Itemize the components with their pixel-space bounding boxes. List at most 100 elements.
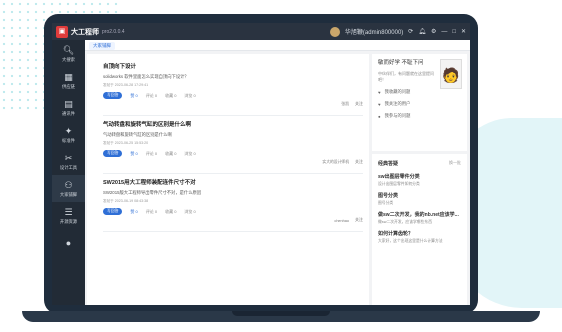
question-excerpt: 气动转盘和旋转气缸的区别是什么啊 [103,132,172,137]
question-feed: 自顶向下设计 solidworks 软件里面怎么实现自顶向下设计？ 发帖于 20… [87,54,369,305]
follow-button[interactable]: 关注 [355,217,363,223]
refresh-icon[interactable]: ⟳ [408,28,413,35]
profile-subtitle: 中伙伴们，有问题就在这里提问吧！ [378,71,434,82]
sidebar-item-label: 供应链 [62,83,75,89]
view-count: 浏览 0 [184,92,196,98]
layers-icon: ☰ [64,206,73,217]
favorite-button[interactable]: 收藏 0 [165,209,176,215]
link-followed-users[interactable]: ♥ 我关注的用户 [378,101,461,107]
question-title[interactable]: SW2015用大工程师装配连件尺寸不对 [103,178,363,186]
user-avatar[interactable] [329,26,340,37]
featured-item[interactable]: 如何计算齿轮？ 大家好，这个出现这里是什么计算方法 [378,230,461,244]
bell-icon[interactable]: 🔔︎ [418,28,426,35]
bolt-icon: ✦ [64,125,73,136]
question-excerpt: SW2015版大工程师导出零件尺寸不对，是什么原因 [103,190,202,195]
question-owner[interactable]: 实大的设计师机 [322,160,349,165]
link-my-questions[interactable]: ● 我参与的问题 [378,113,461,119]
sidebar-item-standard[interactable]: ✦ 标准件 [52,121,85,148]
tab-bar: 大家铺脚 [85,40,470,51]
featured-title[interactable]: 做sw二次开发，我的nb.net应该学... [378,211,461,218]
featured-title[interactable]: 图号分类 [378,192,461,199]
minimize-icon[interactable]: — [441,29,447,35]
question-item[interactable]: 气动转盘和旋转气缸的区别是什么啊 气动转盘和旋转气缸的区别是什么啊 发帖于 20… [103,120,363,174]
featured-sub: 大家好，这个出现这里是什么计算方法 [378,239,443,243]
question-owner[interactable]: 张凯 [341,102,349,107]
close-icon[interactable]: ✕ [461,28,466,35]
building-icon: ▦ [64,71,73,82]
featured-sub: 设计出图层零件如何分类 [378,182,420,186]
question-title[interactable]: 自顶向下设计 [103,62,363,70]
tab-community[interactable]: 大家铺脚 [89,42,115,50]
title-bar-controls: 华旭鞭(admin800000) ⟳ 🔔︎ ⚙ — □ ✕ [329,23,466,40]
heart-icon: ♥ [378,89,381,95]
question-title[interactable]: 气动转盘和旋转气缸的区别是什么啊 [103,120,363,128]
question-meta: 发帖于 2023-06-25 15:53:20 [103,141,149,145]
sidebar-item-label: 大搜索 [62,56,75,62]
tools-icon: ✂ [64,152,73,163]
like-button[interactable]: 赞 0 [130,209,137,215]
follow-button[interactable]: 关注 [355,101,363,107]
question-actions: 写回答 赞 0 评论 0 收藏 0 浏览 0 [103,208,363,215]
comment-button[interactable]: 评论 0 [146,93,157,99]
profile-illustration: 🧑 [440,59,462,89]
featured-item[interactable]: sw出图层零件分类 设计出图层零件如何分类 [378,173,461,187]
answer-button[interactable]: 写回答 [103,150,123,157]
answer-button[interactable]: 写回答 [103,92,123,99]
sidebar-item-label: 通讯件 [62,110,75,116]
maximize-icon[interactable]: □ [452,29,456,35]
app-logo: ▣ [56,25,68,38]
question-meta: 发帖于 2023-06-28 17:29:41 [103,83,149,87]
featured-title[interactable]: sw出图层零件分类 [378,173,461,180]
profile-title: 敏而好学 不耻下问 [378,60,424,66]
featured-item[interactable]: 做sw二次开发，我的nb.net应该学... 做sw二次开发，应该学哪些东西 [378,211,461,225]
right-panel: 敏而好学 不耻下问 中伙伴们，有问题就在这里提问吧！ 🧑 ♥ 我收藏的问题 ♥ … [372,54,467,305]
profile-card: 敏而好学 不耻下问 中伙伴们，有问题就在这里提问吧！ 🧑 ♥ 我收藏的问题 ♥ … [372,54,467,151]
featured-heading: 经典答疑 [378,161,399,167]
app-name: 大工程师 [71,28,99,36]
like-button[interactable]: 赞 0 [130,151,137,157]
settings-icon[interactable]: ⚙ [431,28,436,35]
app-version: pro2.0.0.4 [102,28,125,35]
chat-icon: ▤ [64,98,73,109]
question-item[interactable]: 自顶向下设计 solidworks 软件里面怎么实现自顶向下设计？ 发帖于 20… [103,62,363,116]
comment-button[interactable]: 评论 0 [146,209,157,215]
sidebar-item-community[interactable]: ⚇ 大家铺脚 [52,175,85,202]
app-window: ▣ 大工程师 pro2.0.0.4 华旭鞭(admin800000) ⟳ 🔔︎ … [52,23,470,305]
like-button[interactable]: 赞 0 [130,93,137,99]
comment-button[interactable]: 评论 0 [146,151,157,157]
message-icon: ● [65,237,72,248]
view-count: 浏览 0 [184,208,196,214]
link-label: 我关注的用户 [384,101,411,106]
sidebar-item-tools[interactable]: ✂ 设计工具 [52,148,85,175]
team-icon: ⚇ [64,179,73,190]
featured-qa-card: 经典答疑 换一批 sw出图层零件分类 设计出图层零件如何分类 图号分类 图号分类… [372,154,467,305]
sidebar-item-label: 大家铺脚 [59,191,78,197]
featured-title[interactable]: 如何计算齿轮？ [378,230,461,237]
sidebar-item-search[interactable]: 🔍︎ 大搜索 [52,40,85,67]
sidebar-item-label: 开源资源 [59,218,78,224]
question-excerpt: solidworks 软件里面怎么实现自顶向下设计？ [103,74,189,79]
search-icon: 🔍︎ [62,44,75,55]
question-item[interactable]: SW2015用大工程师装配连件尺寸不对 SW2015版大工程师导出零件尺寸不对，… [103,178,363,232]
follow-button[interactable]: 关注 [355,159,363,165]
question-icon: ● [378,113,381,119]
sidebar-item-comm[interactable]: ▤ 通讯件 [52,94,85,121]
link-label: 我参与的问题 [384,113,411,118]
sidebar-item-label: 标准件 [62,137,75,143]
question-owner[interactable]: chenhao [334,219,349,223]
question-actions: 写回答 赞 0 评论 0 收藏 0 浏览 0 [103,92,363,99]
sidebar: 🔍︎ 大搜索 ▦ 供应链 ▤ 通讯件 ✦ 标准件 ✂ 设计工具 ⚇ 大家铺脚 ☰… [52,40,85,305]
refresh-button[interactable]: 换一批 [449,160,461,167]
favorite-button[interactable]: 收藏 0 [165,93,176,99]
answer-button[interactable]: 写回答 [103,208,123,215]
laptop-base [22,311,540,322]
favorite-button[interactable]: 收藏 0 [165,151,176,157]
sidebar-item-resources[interactable]: ☰ 开源资源 [52,202,85,229]
user-name[interactable]: 华旭鞭(admin800000) [345,27,403,36]
featured-sub: 做sw二次开发，应该学哪些东西 [378,220,432,224]
view-count: 浏览 0 [184,150,196,156]
featured-item[interactable]: 图号分类 图号分类 [378,192,461,206]
sidebar-item-messages[interactable]: ● [52,229,85,256]
sidebar-item-supply[interactable]: ▦ 供应链 [52,67,85,94]
featured-header: 经典答疑 换一批 [378,160,461,167]
